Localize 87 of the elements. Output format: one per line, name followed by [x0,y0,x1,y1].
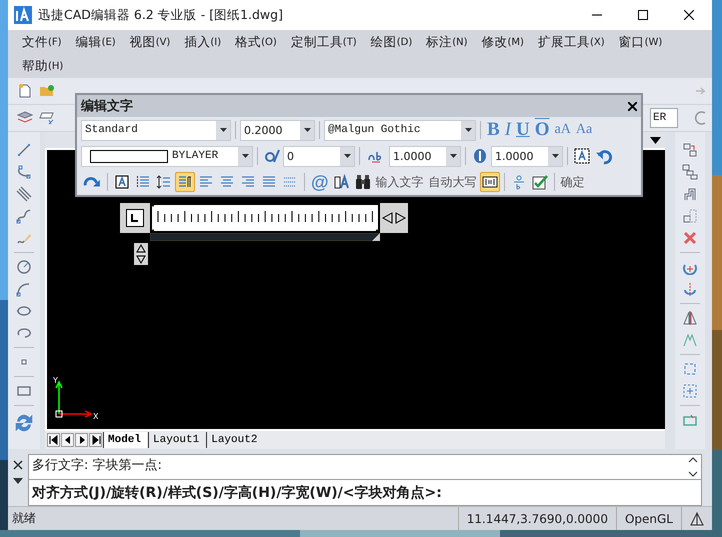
ucs-axes-icon [53,378,93,418]
menu-item[interactable]: 绘图(D) [362,30,418,54]
open-folder-icon[interactable] [39,83,55,99]
multiple-copy-icon[interactable] [682,164,698,180]
mirror-icon[interactable] [682,310,698,326]
menu-item[interactable]: 编辑(E) [68,30,122,54]
layout-tab[interactable]: Layout1 [148,432,206,448]
copy-icon[interactable] [682,142,698,158]
tab-corner-icon[interactable] [126,209,144,227]
menu-item[interactable]: 格式(O) [227,30,283,54]
offset-icon[interactable] [682,186,698,202]
check-icon[interactable] [532,174,548,190]
line-icon[interactable] [16,142,32,158]
tab-stop-button[interactable] [120,203,150,233]
menu-item[interactable]: 修改(M) [474,30,530,54]
command-prompt: 对齐方式(J)/旋转(R)/样式(S)/字高(H)/字宽(W)/<字块对角点>: [28,480,702,506]
array-icon[interactable] [682,208,698,224]
new-file-icon[interactable] [17,83,33,99]
dropdown-arrow-icon[interactable] [464,128,472,132]
dropdown-button[interactable] [13,478,23,484]
delete-icon[interactable] [682,230,698,246]
layer-state-icon[interactable] [39,110,55,126]
window-title: 迅捷CAD编辑器 6.2 专业版 - [图纸1.dwg] [38,6,284,24]
coordinates: 11.1447,3.7690,0.0000 [458,507,616,530]
layer-field[interactable]: ER [650,108,678,128]
dropdown-arrow-icon[interactable] [242,154,248,158]
spline-icon[interactable] [16,208,32,224]
input-text-button[interactable]: 输入文字 [374,174,426,190]
sync-icon[interactable] [13,412,35,434]
menu-item[interactable]: 视图(V) [122,30,176,54]
triangle-icon[interactable] [690,512,704,526]
dropdown-arrow-icon[interactable] [650,136,661,144]
close-button[interactable] [628,102,637,110]
list-icon[interactable] [135,174,151,190]
layout-tab[interactable]: Layout2 [206,432,264,448]
text-box-icon[interactable] [114,174,130,190]
dialog-title: 编辑文字 [81,98,133,115]
axis-label: X [93,412,98,421]
width-toggle-button[interactable] [380,203,408,233]
scroll-arrows-icon[interactable] [688,456,698,478]
close-icon[interactable] [684,10,694,20]
text-frame-icon[interactable] [574,148,590,164]
dropdown-arrow-icon[interactable] [220,128,226,132]
font-dropdown[interactable]: @Malgun Gothic [324,120,476,140]
menu-item[interactable]: 帮助(H) [14,54,70,78]
scale-icon[interactable] [682,361,698,377]
left-right-arrows-icon[interactable] [382,212,406,224]
explode-icon[interactable] [682,383,698,399]
tracking-dropdown[interactable]: 1.0000 [389,146,461,166]
layout-tab[interactable]: Model [103,432,148,448]
polyline-icon[interactable] [16,164,32,180]
undo-icon[interactable] [595,147,613,165]
menu-item[interactable]: 定制工具(T) [282,30,363,54]
ok-button[interactable]: 确定 [558,174,587,190]
flip-icon[interactable] [682,281,698,297]
dropdown-arrow-icon[interactable] [304,128,310,132]
binoculars-icon[interactable] [354,174,371,190]
dropdown-arrow-icon[interactable] [552,154,558,158]
app-logo-icon [14,6,32,24]
text-height-dropdown[interactable]: 0.2000 [240,120,315,140]
menu-item[interactable]: 扩展工具(X) [530,30,611,54]
status-text: 就绪 [11,510,37,527]
circle-icon[interactable] [16,259,32,275]
menu-item[interactable]: 文件(F) [14,30,68,54]
field-icon[interactable] [334,174,350,190]
axis-label: Y [53,376,58,385]
oblique-icon[interactable] [264,148,280,164]
command-history: 多行文字: 字块第一点: [32,457,163,474]
menu-item[interactable]: 插入(I) [176,30,228,54]
close-button[interactable] [13,460,23,470]
renderer-label: OpenGL [616,507,681,530]
ruler[interactable] [150,203,380,233]
width-factor-dropdown[interactable]: 1.0000 [491,146,563,166]
arc-icon[interactable] [16,281,32,297]
maximize-icon[interactable] [638,10,648,20]
auto-caps-button[interactable]: 自动大写 [426,174,479,190]
double-line-icon[interactable] [16,186,32,202]
oblique-angle-dropdown[interactable]: 0 [283,146,355,166]
color-dropdown[interactable]: BYLAYER [81,146,253,166]
menu-item[interactable]: 窗口(W) [610,30,668,54]
height-adjust-icon[interactable] [134,243,148,265]
line-spacing-icon[interactable] [156,174,172,190]
dropdown-arrow-icon[interactable] [344,154,350,158]
style-dropdown[interactable]: Standard [81,120,231,140]
dropdown-arrow-icon[interactable] [450,154,456,158]
menu-item[interactable]: 标注(N) [418,30,474,54]
width-factor-icon[interactable] [472,148,488,164]
